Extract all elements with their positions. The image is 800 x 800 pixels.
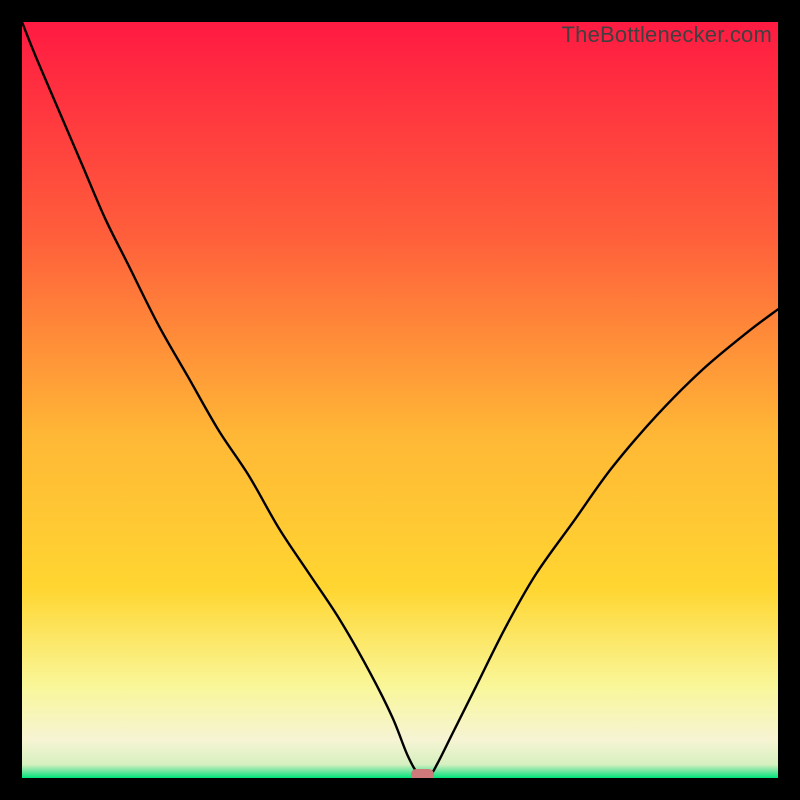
gradient-background — [22, 22, 778, 778]
watermark-text: TheBottlenecker.com — [562, 22, 772, 48]
chart-svg — [22, 22, 778, 778]
optimal-point-marker — [411, 769, 434, 778]
plot-area: TheBottlenecker.com — [22, 22, 778, 778]
chart-frame: TheBottlenecker.com — [0, 0, 800, 800]
